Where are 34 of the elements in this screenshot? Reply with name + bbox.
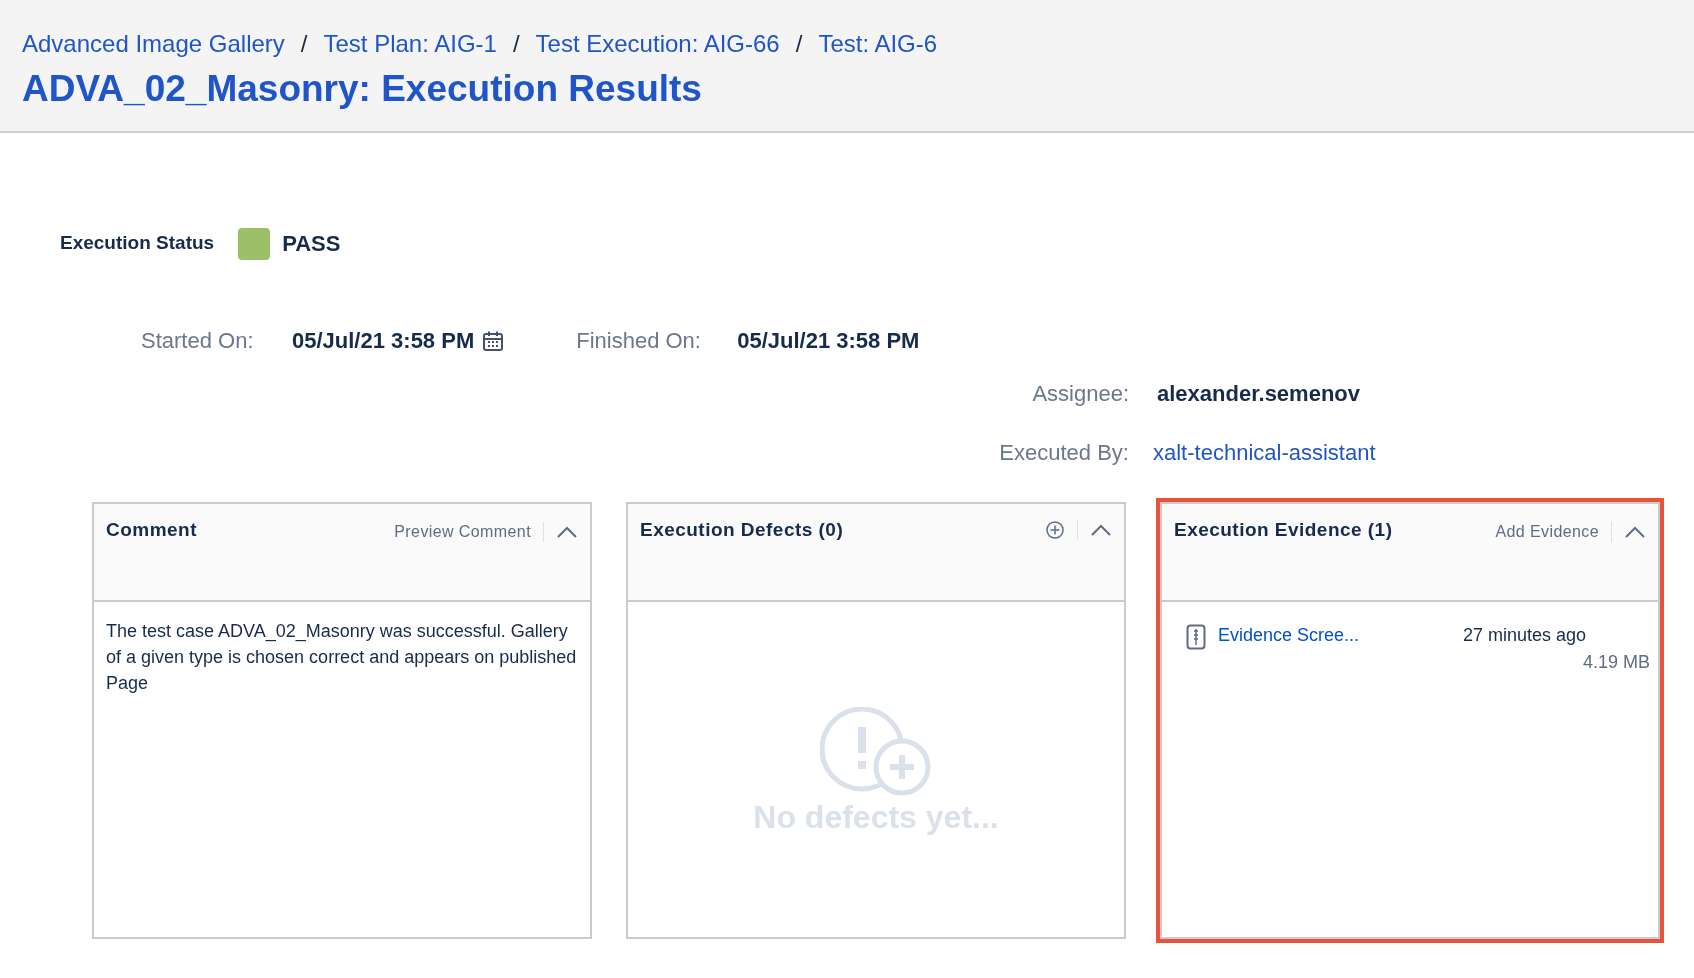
breadcrumb-separator: / <box>512 29 520 59</box>
status-label: Execution Status <box>60 231 215 256</box>
field-label: Assignee: <box>1031 380 1129 408</box>
panel-action-link[interactable]: Add Evidence <box>1495 520 1599 544</box>
field-label: Started On: <box>141 327 255 355</box>
panel-title: Execution Evidence (1) <box>1174 518 1393 542</box>
panel-action-link[interactable]: Preview Comment <box>394 520 531 544</box>
breadcrumb-link[interactable]: Test: AIG-6 <box>818 26 938 62</box>
comment-text: The test case ADVA_02_Masonry was successful. Gallery of a given type is chosen correct and appears on published Page <box>105 620 578 695</box>
file-time: 27 minutes ago <box>1462 624 1587 647</box>
file-size: 4.19 MB <box>1582 651 1650 674</box>
status-value: PASS <box>282 230 341 258</box>
field-value: 05/Jul/21 3:58 PM <box>737 327 920 355</box>
calendar-icon[interactable] <box>482 329 505 352</box>
field-value: 05/Jul/21 3:58 PM <box>292 327 475 355</box>
field-label: Executed By: <box>998 439 1129 467</box>
add-circle-icon[interactable] <box>1045 520 1065 540</box>
executed-by-link[interactable]: xalt-technical-assistant <box>1153 436 1694 469</box>
alert-plus-icon <box>820 707 932 797</box>
evidence-file-link[interactable]: Evidence Scree... <box>1218 622 1360 649</box>
field-value: alexander.semenov <box>1156 380 1361 408</box>
page-title: ADVA_02_Masonry: Execution Results <box>22 67 703 111</box>
collapse-chevron-icon[interactable] <box>1624 525 1646 539</box>
collapse-chevron-icon[interactable] <box>1090 523 1112 537</box>
breadcrumb-separator: / <box>300 29 308 59</box>
collapse-chevron-icon[interactable] <box>556 525 578 539</box>
breadcrumb-separator: / <box>795 29 803 59</box>
field-label: Finished On: <box>576 327 702 355</box>
breadcrumb-link[interactable]: Test Plan: AIG-1 <box>323 26 497 62</box>
panel-title: Comment <box>106 518 197 542</box>
panel-title: Execution Defects (0) <box>640 518 844 542</box>
breadcrumb-link[interactable]: Advanced Image Gallery <box>22 26 285 62</box>
archive-file-icon <box>1186 624 1206 650</box>
breadcrumb-link[interactable]: Test Execution: AIG-66 <box>535 26 780 62</box>
